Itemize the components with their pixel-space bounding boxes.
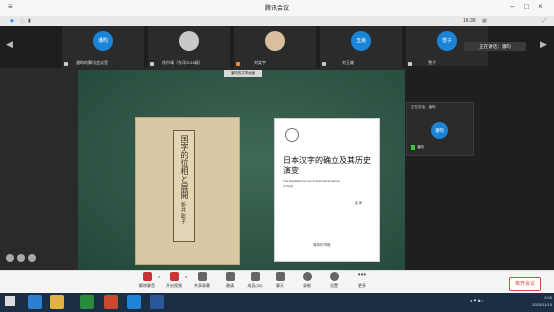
- status-row: ◆ ⓘ ▮ 16:39 ▦ 演讲者视图 ⤢: [0, 16, 554, 43]
- grid-icon[interactable]: ▦: [482, 18, 487, 24]
- participant-tile[interactable]: 潘昀 潘昀的腾讯会议室: [62, 26, 144, 68]
- tray-icons[interactable]: ◂ ⚑ ◙ ♪: [470, 298, 483, 303]
- record-icon: [302, 272, 312, 281]
- settings-icon: [329, 272, 339, 281]
- shield-icon: ◆: [10, 18, 14, 24]
- tencent-meeting-icon[interactable]: [127, 295, 141, 309]
- strip-next-icon[interactable]: ▶: [540, 39, 547, 50]
- camera-icon: [169, 272, 179, 281]
- toolbar-button-members[interactable]: 成员(30): [244, 272, 266, 289]
- leave-meeting-button[interactable]: 离开会议: [509, 277, 541, 291]
- signal-icon: ▮: [28, 18, 31, 24]
- mute-options-icon[interactable]: ^: [158, 276, 160, 282]
- members-icon: [250, 272, 260, 281]
- window-title: 腾讯会议: [264, 6, 289, 12]
- toolbar-label: 设置: [330, 283, 338, 288]
- strip-prev-icon[interactable]: ◀: [6, 39, 13, 50]
- toolbar-button-invite[interactable]: 邀请: [219, 272, 241, 289]
- chat-icon: [275, 272, 285, 281]
- toolbar-label: 成员(30): [247, 283, 263, 288]
- speaker-avatar: 潘昀: [431, 122, 448, 139]
- book-publisher: 商务印书馆: [313, 243, 331, 247]
- meeting-time: 16:39: [463, 18, 476, 24]
- toolbar-label: 聊天: [276, 283, 284, 288]
- speaker-name: 潘昀: [417, 145, 424, 149]
- book-cover-left: 国字的位相と展開 新井 聡子: [135, 117, 240, 265]
- title-bar: 腾讯会议 ≡ – □ ×: [0, 0, 554, 17]
- mic-muted-icon: [236, 62, 240, 66]
- toolbar-label: 邀请: [226, 283, 234, 288]
- participant-name: 刘笑宇: [254, 60, 266, 65]
- pen-icon[interactable]: [28, 254, 36, 262]
- word-icon[interactable]: [150, 295, 164, 309]
- speaker-video[interactable]: 正在讲话：潘昀 潘昀 潘昀: [406, 102, 474, 156]
- share-label: 潘昀的共享画面: [224, 70, 262, 77]
- book-subtitle: The Establishment and Historical Evoluti…: [283, 179, 341, 188]
- close-icon[interactable]: ×: [538, 3, 543, 11]
- participant-name: 潘昀的腾讯会议室: [76, 60, 108, 65]
- folder-icon[interactable]: [50, 295, 64, 309]
- mic-muted-icon: [150, 62, 154, 66]
- annotate-icon[interactable]: [17, 254, 25, 262]
- participant-name: 徐尔靖（东洋2018级）: [162, 60, 203, 65]
- screen-share-icon: [197, 272, 207, 281]
- toolbar-label: 开启视频: [166, 283, 182, 288]
- book-cover-right: 日本汉字的确立及其历史演变 The Establishment and Hist…: [274, 118, 380, 262]
- fullscreen-icon[interactable]: ⤢: [542, 18, 546, 24]
- info-icon[interactable]: ⓘ: [20, 18, 25, 25]
- sync-icon[interactable]: [6, 254, 14, 262]
- clock-time: 9:05: [544, 295, 552, 300]
- clock-date: 2020/11/15: [532, 302, 552, 307]
- participant-tile[interactable]: 刘笑宇: [234, 26, 316, 68]
- participant-avatar: 潘昀: [93, 31, 113, 51]
- publisher-logo: [285, 128, 299, 142]
- toolbar-label: 共享屏幕: [194, 283, 210, 288]
- toolbar-button-share[interactable]: 共享屏幕: [191, 272, 213, 289]
- app-menu-icon[interactable]: ≡: [8, 3, 13, 11]
- minimize-icon[interactable]: –: [510, 3, 514, 11]
- ie-icon[interactable]: [28, 295, 42, 309]
- book-title-label: 国字的位相と展開: [173, 130, 195, 242]
- toolbar-button-more[interactable]: ••• 更多: [351, 270, 373, 289]
- toolbar-label: 录制: [303, 283, 311, 288]
- speaker-header: 正在讲话：潘昀: [411, 105, 436, 109]
- toolbar-label: 更多: [358, 283, 366, 288]
- firefox-icon[interactable]: [104, 295, 118, 309]
- mic-muted-icon: [322, 62, 326, 66]
- participant-tile[interactable]: 徐尔靖（东洋2018级）: [148, 26, 230, 68]
- book-title: 日本汉字的确立及其历史演变: [283, 156, 371, 175]
- side-panel: [405, 66, 554, 270]
- app-icon[interactable]: [80, 295, 94, 309]
- participant-tile[interactable]: 玉嵩 刘玉嵩: [320, 26, 402, 68]
- participant-avatar: [179, 31, 199, 51]
- mic-icon: [142, 272, 152, 281]
- toolbar-button-chat[interactable]: 聊天: [269, 272, 291, 289]
- more-icon: •••: [357, 270, 367, 279]
- windows-start-icon[interactable]: [5, 296, 15, 306]
- speaking-badge: 正在讲话：潘昀: [464, 42, 526, 51]
- toolbar-button-video[interactable]: 开启视频: [163, 272, 185, 289]
- toolbar-label: 解除静音: [139, 283, 155, 288]
- video-options-icon[interactable]: ^: [185, 276, 187, 282]
- toolbar-button-settings[interactable]: 设置: [323, 272, 345, 289]
- participant-avatar: 玉嵩: [351, 31, 371, 51]
- book-title: 国字的位相と展開: [180, 135, 189, 199]
- mic-active-icon: [411, 145, 415, 150]
- book-author: 新井 聡子: [180, 202, 186, 224]
- participant-name: 刘玉嵩: [342, 60, 354, 65]
- toolbar-button-record[interactable]: 录制: [296, 272, 318, 289]
- toolbar-button-mute[interactable]: 解除静音: [136, 272, 158, 289]
- book-author: 陈 著: [355, 201, 362, 205]
- invite-icon: [225, 272, 235, 281]
- mic-muted-icon: [64, 62, 68, 66]
- participant-avatar: 雪子: [437, 31, 457, 51]
- participant-avatar: [265, 31, 285, 51]
- maximize-icon[interactable]: □: [524, 3, 529, 11]
